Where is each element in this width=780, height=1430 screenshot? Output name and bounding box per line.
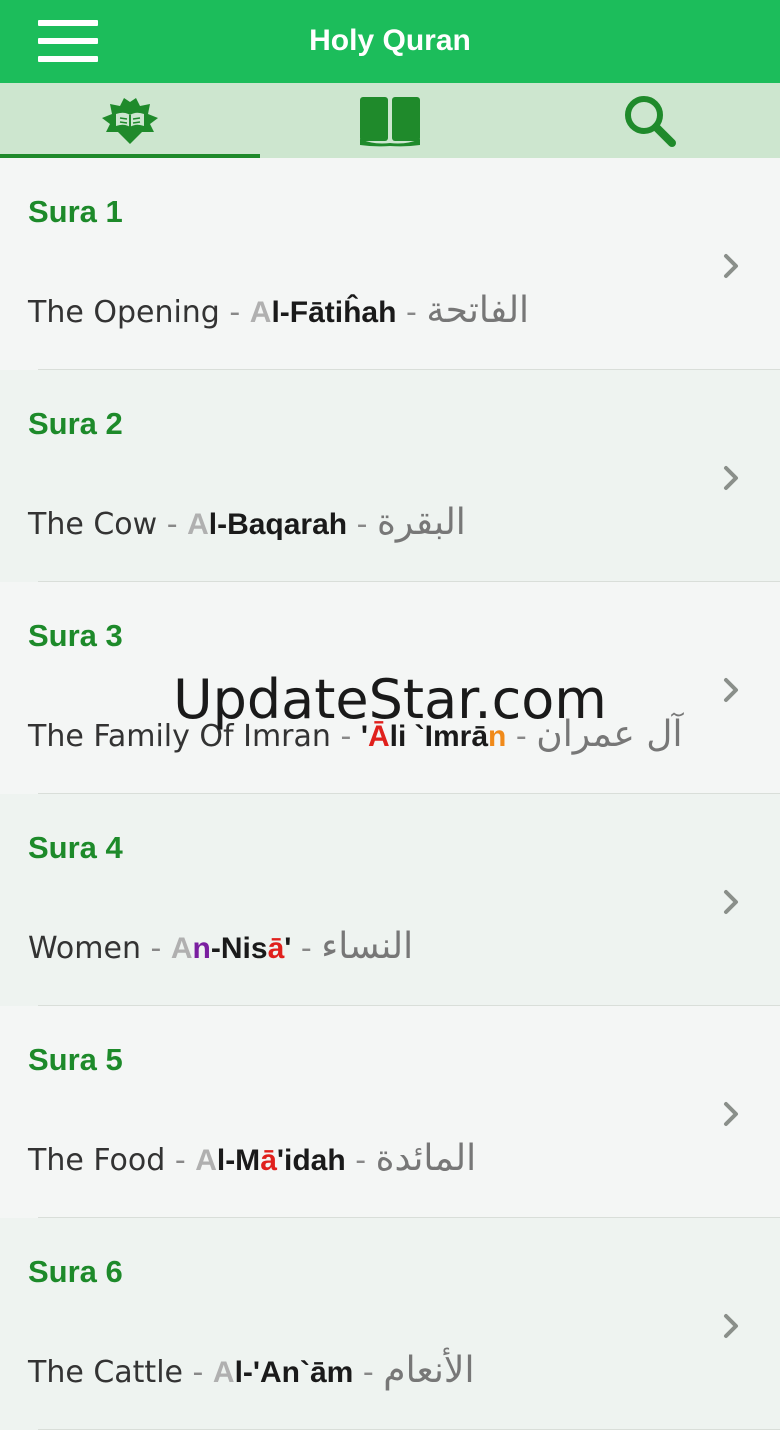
sura-number-label: Sura 3 <box>28 618 123 653</box>
sura-arabic-name: الفاتحة <box>426 290 530 331</box>
separator-dash: - <box>353 1355 384 1390</box>
separator-dash: - <box>140 931 171 966</box>
sura-name-line: The Opening - Al-Fātiĥah - الفاتحة <box>28 290 529 331</box>
search-icon <box>625 95 676 147</box>
separator-dash: - <box>330 719 361 754</box>
sura-arabic-name: المائدة <box>375 1138 477 1179</box>
sura-number-label: Sura 2 <box>28 406 123 441</box>
separator-dash: - <box>157 507 188 542</box>
sura-arabic-name: البقرة <box>377 502 466 543</box>
sura-transliteration: Al-Baqarah <box>187 508 348 541</box>
chevron-right-icon <box>724 678 738 702</box>
book-icon <box>360 96 420 146</box>
sura-arabic-name: آل عمران <box>536 714 683 755</box>
list-item[interactable]: Sura 6 The Cattle - Al-'An`ām - الأنعام <box>0 1218 780 1430</box>
list-item[interactable]: Sura 5 The Food - Al-Mā'idah - المائدة <box>0 1006 780 1218</box>
separator-dash: - <box>182 1355 213 1390</box>
list-item[interactable]: Sura 2 The Cow - Al-Baqarah - البقرة <box>0 370 780 582</box>
chevron-right-icon <box>724 466 738 490</box>
page-title: Holy Quran <box>309 24 471 57</box>
separator-dash: - <box>345 1143 376 1178</box>
sura-number-label: Sura 1 <box>28 194 123 229</box>
tab-book[interactable] <box>260 83 520 158</box>
separator-dash: - <box>506 719 537 754</box>
separator-dash: - <box>396 295 427 330</box>
sura-english-name: The Cow <box>28 507 158 542</box>
chevron-right-icon <box>724 1102 738 1126</box>
sura-name-line: Women - An-Nisā' - النساء <box>28 926 413 967</box>
sura-list: Sura 1 The Opening - Al-Fātiĥah - الفاتحة… <box>0 158 780 1430</box>
tab-quran-reading[interactable] <box>0 83 260 158</box>
sura-number-label: Sura 4 <box>28 830 123 865</box>
tab-search[interactable] <box>520 83 780 158</box>
separator-dash: - <box>219 295 250 330</box>
chevron-right-icon <box>724 1314 738 1338</box>
chevron-right-icon <box>724 890 738 914</box>
separator-dash: - <box>291 931 322 966</box>
sura-number-label: Sura 5 <box>28 1042 123 1077</box>
top-bar: Holy Quran <box>0 0 780 83</box>
sura-english-name: Women <box>28 931 141 966</box>
sura-english-name: The Family Of Imran <box>28 719 331 754</box>
tab-bar <box>0 83 780 158</box>
sura-name-line: The Food - Al-Mā'idah - المائدة <box>28 1138 476 1179</box>
sura-english-name: The Opening <box>28 295 220 330</box>
sura-name-line: The Cow - Al-Baqarah - البقرة <box>28 502 466 543</box>
sura-name-line: The Cattle - Al-'An`ām - الأنعام <box>28 1350 474 1391</box>
sura-transliteration: An-Nisā' <box>170 932 292 965</box>
sura-transliteration: Al-'An`ām <box>212 1356 354 1389</box>
sura-english-name: The Cattle <box>28 1355 183 1390</box>
sura-english-name: The Food <box>28 1143 166 1178</box>
chevron-right-icon <box>724 254 738 278</box>
sura-number-label: Sura 6 <box>28 1254 123 1289</box>
sura-transliteration: 'Āli `Imrān <box>360 720 507 753</box>
separator-dash: - <box>165 1143 196 1178</box>
list-item[interactable]: Sura 1 The Opening - Al-Fātiĥah - الفاتحة <box>0 158 780 370</box>
list-item[interactable]: Sura 4 Women - An-Nisā' - النساء <box>0 794 780 1006</box>
sura-transliteration: Al-Fātiĥah <box>249 296 397 329</box>
list-item[interactable]: Sura 3 The Family Of Imran - 'Āli `Imrān … <box>0 582 780 794</box>
sura-arabic-name: الأنعام <box>383 1350 475 1391</box>
sura-transliteration: Al-Mā'idah <box>195 1144 346 1177</box>
open-book-stand-icon <box>102 97 158 144</box>
sura-arabic-name: النساء <box>321 926 414 967</box>
separator-dash: - <box>347 507 378 542</box>
sura-name-line: The Family Of Imran - 'Āli `Imrān - آل ع… <box>28 714 682 755</box>
